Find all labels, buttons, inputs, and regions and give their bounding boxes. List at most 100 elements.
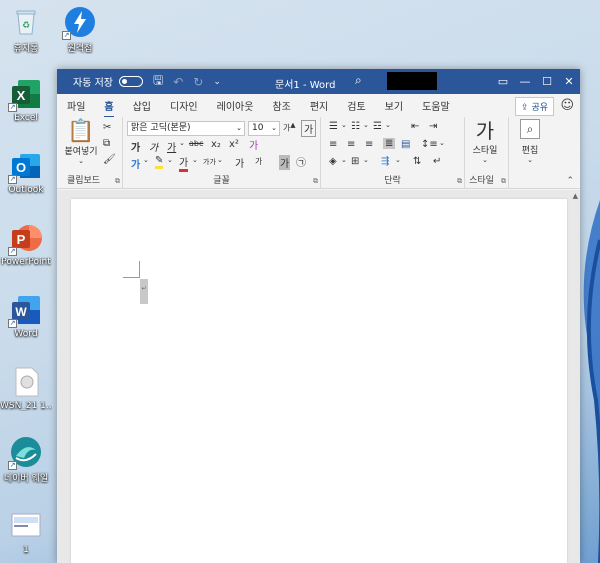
styles-launcher-icon[interactable]: ⧉ [501,177,506,186]
shading-dropdown-icon[interactable]: ⌄ [341,156,347,164]
text-effects-icon[interactable]: 가 [131,156,140,171]
cut-icon[interactable]: ✂ [103,122,111,133]
show-marks-icon[interactable]: ↵ [433,156,441,167]
multilevel-list-icon[interactable]: ☲ [373,121,382,132]
save-icon[interactable]: 🖫 [153,71,163,92]
sort-icon[interactable]: ⇅ [413,156,421,167]
shortcut-arrow-icon: ↗ [8,461,17,470]
font-launcher-icon[interactable]: ⧉ [313,177,318,186]
tab-references[interactable]: 참조 [272,98,290,113]
minimize-button[interactable]: — [514,69,536,94]
desktop-icon-label: 휴지통 [13,44,39,54]
tab-home[interactable]: 홈 [104,98,114,118]
highlight-icon[interactable]: ✎ [155,155,164,169]
redo-icon[interactable]: ↻ [193,75,203,89]
increase-indent-icon[interactable]: ⇥ [429,121,437,132]
paste-button[interactable]: 📋 붙여넣기 ⌄ [63,120,99,166]
asian-layout-icon[interactable]: ⇶ [381,156,389,167]
text-effects-dropdown-icon[interactable]: ⌄ [143,156,149,164]
desktop-icon-excel[interactable]: X ↗ Excel [0,78,52,123]
line-spacing-dropdown-icon[interactable]: ⌄ [439,139,445,147]
tab-design[interactable]: 디자인 [170,98,198,113]
desktop-icon-file[interactable]: WSN_21 1... [0,366,52,411]
desktop-icon-image[interactable]: 1 [0,510,52,555]
scrollbar-up-arrow[interactable]: ▲ [573,192,578,200]
chevron-down-icon: ⌄ [236,124,242,132]
highlight-dropdown-icon[interactable]: ⌄ [167,156,173,164]
word-window: 자동 저장 🖫 ↶ ↻ ⌄ 문서1 - Word ⌕ ▭ — ☐ ✕ 파일 홈 … [57,69,580,563]
desktop-icon-whale[interactable]: ↗ 네이버 웨일 [0,436,52,484]
desktop-icon-powerpoint[interactable]: P ↗ PowerPoint [0,222,52,267]
change-case-button[interactable]: 가가 [203,157,216,167]
title-bar[interactable]: 자동 저장 🖫 ↶ ↻ ⌄ 문서1 - Word ⌕ ▭ — ☐ ✕ [57,69,580,94]
customize-quick-access-icon[interactable]: ⌄ [213,77,221,87]
search-icon[interactable]: ⌕ [355,73,362,88]
clipboard-launcher-icon[interactable]: ⧉ [115,177,120,186]
decrease-indent-icon[interactable]: ⇤ [411,121,419,132]
align-left-icon[interactable]: ≡ [329,139,337,150]
change-case-icon[interactable]: 가 [301,120,317,137]
undo-icon[interactable]: ↶ [173,75,183,89]
format-painter-icon[interactable]: 🖌 [103,154,116,165]
borders-dropdown-icon[interactable]: ⌄ [363,156,369,164]
document-title: 문서1 - Word [275,80,336,91]
tab-file[interactable]: 파일 [67,98,85,113]
document-page[interactable]: ↵ [71,199,567,563]
line-spacing-icon[interactable]: ↕≡ [421,139,438,150]
grow-font-button[interactable]: 가 [235,155,244,170]
copy-icon[interactable]: ⧉ [103,138,110,149]
font-color-dropdown-icon[interactable]: ⌄ [192,156,198,164]
align-center-icon[interactable]: ≡ [347,139,355,150]
group-paragraph: ☰ ⌄ ☷ ⌄ ☲ ⌄ ⇤ ⇥ ≡ ≡ ≡ ≣ ▤ ↕≡ ⌄ ◈ ⌄ ⊞ ⌄ ⇶… [321,117,465,189]
numbering-dropdown-icon[interactable]: ⌄ [363,121,369,129]
editing-button[interactable]: ⌕ 편집 ⌄ [512,119,548,164]
bullets-icon[interactable]: ☰ [329,121,338,132]
maximize-button[interactable]: ☐ [536,69,558,94]
shrink-font-button[interactable]: 가 [255,156,262,167]
justify-icon[interactable]: ≣ [383,138,396,149]
shading-icon[interactable]: ◈ [329,156,337,167]
character-shading-button[interactable]: 가 [279,155,291,170]
asian-layout-dropdown-icon[interactable]: ⌄ [395,156,401,164]
share-button[interactable]: ⇪ 공유 [515,97,554,116]
underline-button[interactable]: 가 [167,139,176,154]
desktop-icon-outlook[interactable]: O ↗ Outlook [0,150,52,195]
feedback-smiley-icon[interactable]: ☺ [560,98,574,113]
clear-formatting-icon[interactable]: 가 [249,137,258,152]
font-color-button[interactable]: 가 [179,154,189,172]
strikethrough-button[interactable]: abc [189,139,203,148]
numbering-icon[interactable]: ☷ [351,121,360,132]
subscript-button[interactable]: x₂ [211,139,221,150]
tab-layout[interactable]: 레이아웃 [217,98,254,113]
tab-insert[interactable]: 삽입 [133,98,151,113]
ribbon-display-options-icon[interactable]: ▭ [492,69,514,94]
tab-view[interactable]: 보기 [385,98,403,113]
underline-dropdown-icon[interactable]: ⌄ [179,139,185,147]
share-icon: ⇪ [521,103,532,113]
case-dropdown-icon[interactable]: ⌄ [217,156,223,164]
bullets-dropdown-icon[interactable]: ⌄ [341,121,347,129]
font-name-select[interactable]: 맑은 고딕(본문) ⌄ [127,121,245,136]
enclose-characters-icon[interactable]: ㉠ [296,154,306,169]
styles-button[interactable]: 가 스타일 ⌄ [467,119,503,164]
borders-icon[interactable]: ⊞ [351,156,359,167]
recycle-bin-icon: ♻ [10,6,42,38]
desktop-icon-recycle-bin[interactable]: ♻ 휴지통 [0,6,52,54]
font-size-select[interactable]: 10 ⌄ [248,121,280,136]
multilevel-dropdown-icon[interactable]: ⌄ [385,121,391,129]
bold-button[interactable]: 가 [131,139,140,154]
tab-review[interactable]: 검토 [347,98,365,113]
close-button[interactable]: ✕ [558,69,580,94]
autosave-toggle[interactable] [118,76,143,87]
align-right-icon[interactable]: ≡ [365,139,373,150]
paragraph-launcher-icon[interactable]: ⧉ [457,177,462,186]
desktop-icon-word[interactable]: W ↗ Word [0,294,52,339]
superscript-button[interactable]: x² [229,139,239,150]
tab-mailings[interactable]: 편지 [310,98,328,113]
italic-button[interactable]: 가 [149,139,158,154]
desktop-icon-remote[interactable]: ↗ 원격접 [54,6,106,54]
collapse-ribbon-icon[interactable]: ⌃ [566,176,574,186]
tab-help[interactable]: 도움말 [422,98,450,113]
grow-font-icon[interactable]: 가▲ [283,121,296,134]
distributed-align-icon[interactable]: ▤ [401,139,410,150]
